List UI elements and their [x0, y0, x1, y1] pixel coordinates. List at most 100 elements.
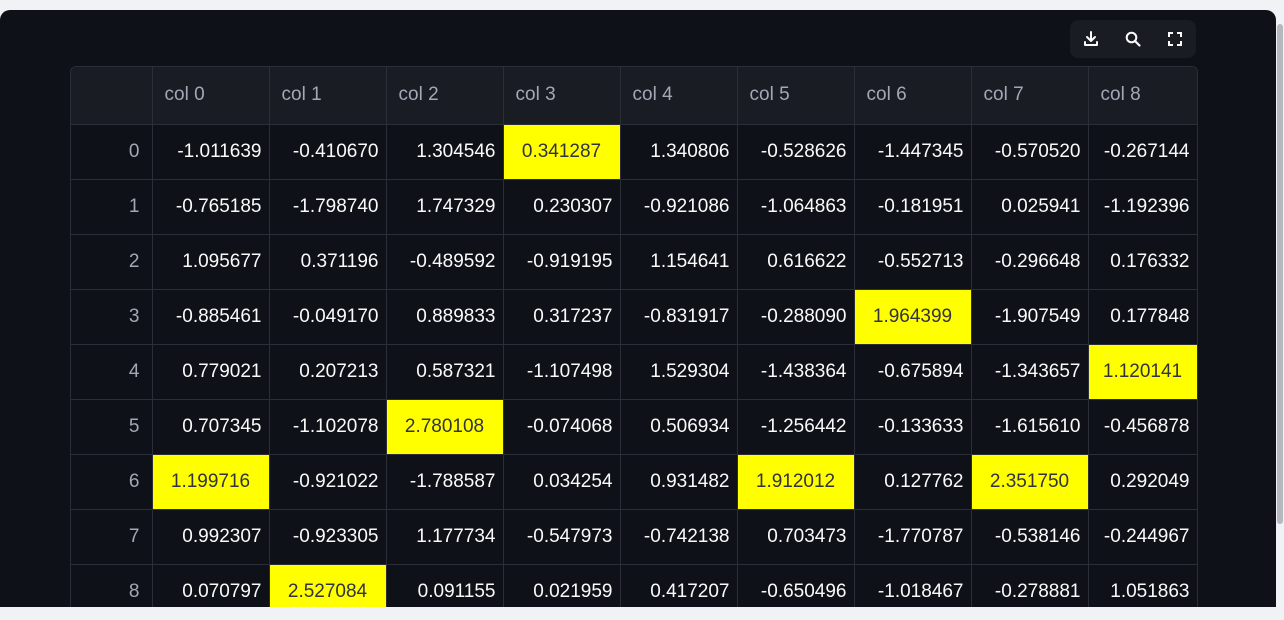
highlighted-cell[interactable]: 2.351750 [971, 454, 1089, 510]
table-cell[interactable]: 0.506934 [620, 399, 738, 455]
table-cell[interactable]: -0.049170 [269, 289, 387, 345]
table-cell[interactable]: -0.765185 [152, 179, 270, 235]
table-cell[interactable]: 0.091155 [386, 564, 504, 607]
download-icon [1084, 31, 1098, 46]
table-cell[interactable]: -0.831917 [620, 289, 738, 345]
table-cell[interactable]: -1.192396 [1088, 179, 1197, 235]
table-cell[interactable]: -0.244967 [1088, 509, 1197, 565]
column-header[interactable]: col 1 [269, 67, 387, 125]
table-cell[interactable]: 0.230307 [503, 179, 621, 235]
column-header[interactable]: col 2 [386, 67, 504, 125]
table-cell[interactable]: 1.154641 [620, 234, 738, 290]
table-cell[interactable]: -0.181951 [854, 179, 972, 235]
table-cell[interactable]: -1.107498 [503, 344, 621, 400]
column-header[interactable]: col 6 [854, 67, 972, 125]
column-header[interactable]: col 7 [971, 67, 1089, 125]
table-cell[interactable]: 1.177734 [386, 509, 504, 565]
table-cell[interactable]: 1.095677 [152, 234, 270, 290]
fullscreen-button[interactable] [1160, 24, 1190, 54]
table-cell[interactable]: 0.025941 [971, 179, 1089, 235]
table-cell[interactable]: -1.788587 [386, 454, 504, 510]
table-cell[interactable]: -0.552713 [854, 234, 972, 290]
table-cell[interactable]: -0.921022 [269, 454, 387, 510]
table-cell[interactable]: -1.064863 [737, 179, 855, 235]
row-index: 0 [71, 124, 153, 180]
table-cell[interactable]: -0.296648 [971, 234, 1089, 290]
table-cell[interactable]: 1.051863 [1088, 564, 1197, 607]
table-cell[interactable]: -1.615610 [971, 399, 1089, 455]
download-button[interactable] [1076, 24, 1106, 54]
table-cell[interactable]: 0.021959 [503, 564, 621, 607]
table-row: 4 0.779021 0.207213 0.587321 -1.107498 1.5293… [71, 344, 1197, 400]
table-cell[interactable]: -0.456878 [1088, 399, 1197, 455]
table-cell[interactable]: 0.616622 [737, 234, 855, 290]
data-grid[interactable]: col 0 col 1 col 2 col 3 col 4 col 5 col … [70, 66, 1198, 607]
table-cell[interactable]: 0.931482 [620, 454, 738, 510]
table-cell[interactable]: 0.889833 [386, 289, 504, 345]
table-cell[interactable]: 0.703473 [737, 509, 855, 565]
table-cell[interactable]: 0.707345 [152, 399, 270, 455]
table-cell[interactable]: -0.288090 [737, 289, 855, 345]
table-cell[interactable]: 1.340806 [620, 124, 738, 180]
table-cell[interactable]: -0.133633 [854, 399, 972, 455]
scrollbar-thumb[interactable] [1277, 24, 1283, 524]
highlighted-cell[interactable]: 2.527084 [269, 564, 387, 607]
table-cell[interactable]: 1.304546 [386, 124, 504, 180]
highlighted-cell[interactable]: 1.964399 [854, 289, 972, 345]
table-cell[interactable]: 0.034254 [503, 454, 621, 510]
table-cell[interactable]: -1.770787 [854, 509, 972, 565]
table-cell[interactable]: -1.018467 [854, 564, 972, 607]
column-header[interactable]: col 3 [503, 67, 621, 125]
column-header[interactable]: col 5 [737, 67, 855, 125]
table-cell[interactable]: -1.798740 [269, 179, 387, 235]
highlighted-cell[interactable]: 2.780108 [386, 399, 504, 455]
table-cell[interactable]: 1.747329 [386, 179, 504, 235]
table-cell[interactable]: 0.587321 [386, 344, 504, 400]
table-cell[interactable]: -1.438364 [737, 344, 855, 400]
table-cell[interactable]: -0.278881 [971, 564, 1089, 607]
table-cell[interactable]: 0.207213 [269, 344, 387, 400]
scrollbar[interactable] [1276, 10, 1284, 607]
table-cell[interactable]: 0.070797 [152, 564, 270, 607]
table-cell[interactable]: -1.102078 [269, 399, 387, 455]
table-cell[interactable]: 0.417207 [620, 564, 738, 607]
table-cell[interactable]: -0.489592 [386, 234, 504, 290]
table-cell[interactable]: -0.921086 [620, 179, 738, 235]
table-cell[interactable]: 0.176332 [1088, 234, 1197, 290]
table-cell[interactable]: -0.675894 [854, 344, 972, 400]
table-cell[interactable]: 0.292049 [1088, 454, 1197, 510]
column-header[interactable]: col 0 [152, 67, 270, 125]
table-cell[interactable]: 0.992307 [152, 509, 270, 565]
table-cell[interactable]: -0.410670 [269, 124, 387, 180]
table-cell[interactable]: 0.177848 [1088, 289, 1197, 345]
table-cell[interactable]: 0.371196 [269, 234, 387, 290]
table-cell[interactable]: 0.317237 [503, 289, 621, 345]
table-cell[interactable]: 0.127762 [854, 454, 972, 510]
table-cell[interactable]: -0.923305 [269, 509, 387, 565]
highlighted-cell[interactable]: 1.912012 [737, 454, 855, 510]
table-cell[interactable]: -0.547973 [503, 509, 621, 565]
table-cell[interactable]: -0.650496 [737, 564, 855, 607]
table-cell[interactable]: -0.570520 [971, 124, 1089, 180]
column-header[interactable]: col 4 [620, 67, 738, 125]
table-cell[interactable]: -0.528626 [737, 124, 855, 180]
column-header[interactable]: col 8 [1088, 67, 1197, 125]
table-cell[interactable]: -1.343657 [971, 344, 1089, 400]
table-cell[interactable]: -1.447345 [854, 124, 972, 180]
table-cell[interactable]: 1.529304 [620, 344, 738, 400]
table-cell[interactable]: -0.267144 [1088, 124, 1197, 180]
search-button[interactable] [1118, 24, 1148, 54]
table-cell[interactable]: -0.742138 [620, 509, 738, 565]
table-cell[interactable]: -0.885461 [152, 289, 270, 345]
row-index: 2 [71, 234, 153, 290]
table-cell[interactable]: 0.779021 [152, 344, 270, 400]
table-cell[interactable]: -1.907549 [971, 289, 1089, 345]
table-cell[interactable]: -1.256442 [737, 399, 855, 455]
highlighted-cell[interactable]: 1.199716 [152, 454, 270, 510]
highlighted-cell[interactable]: 0.341287 [503, 124, 621, 180]
table-cell[interactable]: -0.074068 [503, 399, 621, 455]
highlighted-cell[interactable]: 1.120141 [1088, 344, 1197, 400]
table-cell[interactable]: -1.011639 [152, 124, 270, 180]
table-cell[interactable]: -0.538146 [971, 509, 1089, 565]
table-cell[interactable]: -0.919195 [503, 234, 621, 290]
